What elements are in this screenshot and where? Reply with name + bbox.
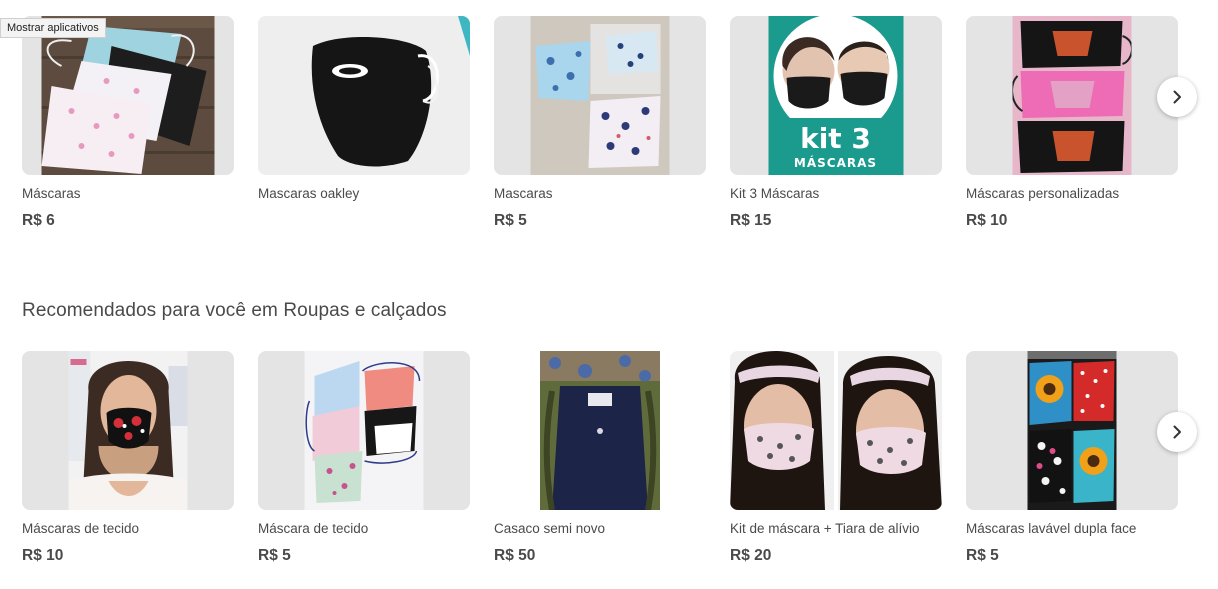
product-price: R$ 15 [730,212,772,229]
product-card[interactable]: Máscaras lavável dupla face R$ 5 [966,351,1178,566]
product-title[interactable]: Máscaras de tecido [22,520,234,537]
product-title[interactable]: Máscara de tecido [258,520,470,537]
product-price [258,211,470,231]
section-masks: Máscaras R$ 6 Mascaras oakley Mascaras R… [22,16,1218,241]
product-thumbnail[interactable]: kit 3 MÁSCARAS [730,16,942,175]
product-card[interactable]: Máscaras personalizadas R$ 10 [966,16,1178,231]
product-thumbnail[interactable] [258,16,470,175]
product-card[interactable]: Máscaras de tecido R$ 10 [22,351,234,566]
product-title[interactable]: Mascaras [494,185,706,202]
product-photo [68,351,188,510]
product-photo [258,16,470,175]
product-title[interactable]: Máscaras personalizadas [966,185,1178,202]
kit-image-subtext: MÁSCARAS [794,155,877,170]
product-price: R$ 5 [494,212,527,229]
product-thumbnail[interactable] [494,16,706,175]
product-title[interactable]: Máscaras lavável dupla face [966,520,1178,537]
product-photo [730,351,942,510]
chevron-right-icon [1170,425,1184,439]
product-title[interactable]: Máscaras [22,185,234,202]
product-title[interactable]: Kit de máscara + Tiara de alívio [730,520,942,537]
product-card[interactable]: Casaco semi novo R$ 50 [494,351,706,566]
product-card[interactable]: Mascaras oakley [258,16,470,231]
product-price: R$ 10 [966,212,1008,229]
marketplace-page: Mostrar aplicativos Máscaras R$ 6 Mascar… [0,0,1218,589]
product-photo [1012,16,1132,175]
product-thumbnail[interactable] [22,351,234,510]
apps-tooltip: Mostrar aplicativos [0,18,106,38]
product-price: R$ 5 [258,547,291,564]
product-thumbnail[interactable] [730,351,942,510]
chevron-right-icon [1170,90,1184,104]
product-photo [530,16,670,175]
product-card[interactable]: kit 3 MÁSCARAS Kit 3 Máscaras R$ 15 [730,16,942,231]
product-thumbnail[interactable] [966,351,1178,510]
carousel-next-button[interactable] [1157,412,1197,452]
section-recommended: Recomendados para você em Roupas e calça… [22,298,1218,576]
product-card[interactable]: Mascaras R$ 5 [494,16,706,231]
section-title: Recomendados para você em Roupas e calça… [22,300,447,321]
product-card[interactable]: Kit de máscara + Tiara de alívio R$ 20 [730,351,942,566]
kit-image-text: kit 3 [800,122,871,155]
carousel-row: Máscaras de tecido R$ 10 Máscara de teci… [22,351,1218,576]
product-thumbnail[interactable] [22,16,234,175]
product-title[interactable]: Casaco semi novo [494,520,706,537]
product-photo: kit 3 MÁSCARAS [768,16,904,175]
product-photo [540,351,660,510]
carousel-next-button[interactable] [1157,77,1197,117]
product-photo [304,351,424,510]
product-card[interactable]: Máscaras R$ 6 [22,16,234,231]
product-price: R$ 10 [22,547,64,564]
product-title[interactable]: Mascaras oakley [258,185,470,202]
product-photo [41,16,215,175]
product-price: R$ 5 [966,547,999,564]
product-price: R$ 20 [730,547,772,564]
product-price: R$ 50 [494,547,536,564]
product-card[interactable]: Máscara de tecido R$ 5 [258,351,470,566]
product-thumbnail[interactable] [494,351,706,510]
product-title[interactable]: Kit 3 Máscaras [730,185,942,202]
product-thumbnail[interactable] [966,16,1178,175]
product-thumbnail[interactable] [258,351,470,510]
carousel-row: Máscaras R$ 6 Mascaras oakley Mascaras R… [22,16,1218,241]
product-photo [1027,351,1117,510]
product-price: R$ 6 [22,212,55,229]
